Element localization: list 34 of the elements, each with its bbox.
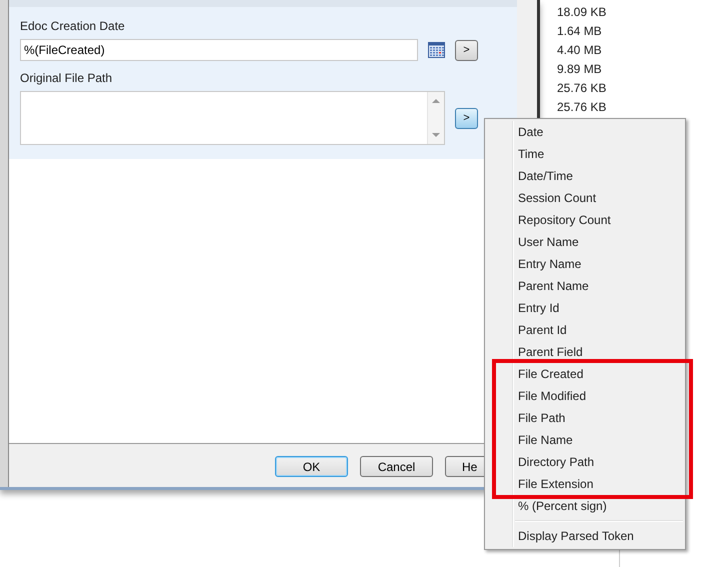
- menu-item[interactable]: Parent Field: [485, 341, 685, 363]
- menu-item[interactable]: File Created: [496, 363, 689, 385]
- menu-item[interactable]: Display Parsed Token: [485, 525, 685, 547]
- insert-token-button[interactable]: >: [455, 108, 478, 128]
- menu-item[interactable]: Time: [485, 143, 685, 165]
- field-label: Original File Path: [20, 71, 114, 85]
- dialog-button[interactable]: Cancel: [360, 456, 433, 477]
- calendar-icon[interactable]: [428, 42, 445, 58]
- menu-item[interactable]: Date: [485, 121, 685, 143]
- menu-item[interactable]: Session Count: [485, 187, 685, 209]
- scroll-up-icon[interactable]: [432, 98, 440, 104]
- text-area[interactable]: [20, 91, 445, 145]
- menu-item[interactable]: File Name: [496, 429, 689, 451]
- dialog-button[interactable]: OK: [275, 456, 348, 477]
- file-size-text: 25.76 KB: [557, 80, 608, 96]
- menu-item[interactable]: Entry Name: [485, 253, 685, 275]
- file-size-text: 9.89 MB: [557, 61, 603, 77]
- menu-item[interactable]: File Modified: [496, 385, 689, 407]
- file-size-text: 1.64 MB: [557, 23, 603, 39]
- menu-item[interactable]: File Path: [496, 407, 689, 429]
- menu-item[interactable]: Repository Count: [485, 209, 685, 231]
- menu-item[interactable]: Parent Name: [485, 275, 685, 297]
- menu-item[interactable]: Entry Id: [485, 297, 685, 319]
- scroll-down-icon[interactable]: [432, 132, 440, 138]
- input-field[interactable]: %(FileCreated): [20, 39, 418, 61]
- insert-token-button[interactable]: >: [455, 40, 478, 60]
- file-size-text: 4.40 MB: [557, 42, 603, 58]
- menu-item[interactable]: User Name: [485, 231, 685, 253]
- file-size-text: 18.09 KB: [557, 4, 608, 20]
- menu-item[interactable]: % (Percent sign): [485, 495, 685, 517]
- menu-item[interactable]: Date/Time: [485, 165, 685, 187]
- file-size-text: 25.76 KB: [557, 99, 608, 115]
- menu-item[interactable]: Parent Id: [485, 319, 685, 341]
- field-label: Edoc Creation Date: [20, 19, 126, 33]
